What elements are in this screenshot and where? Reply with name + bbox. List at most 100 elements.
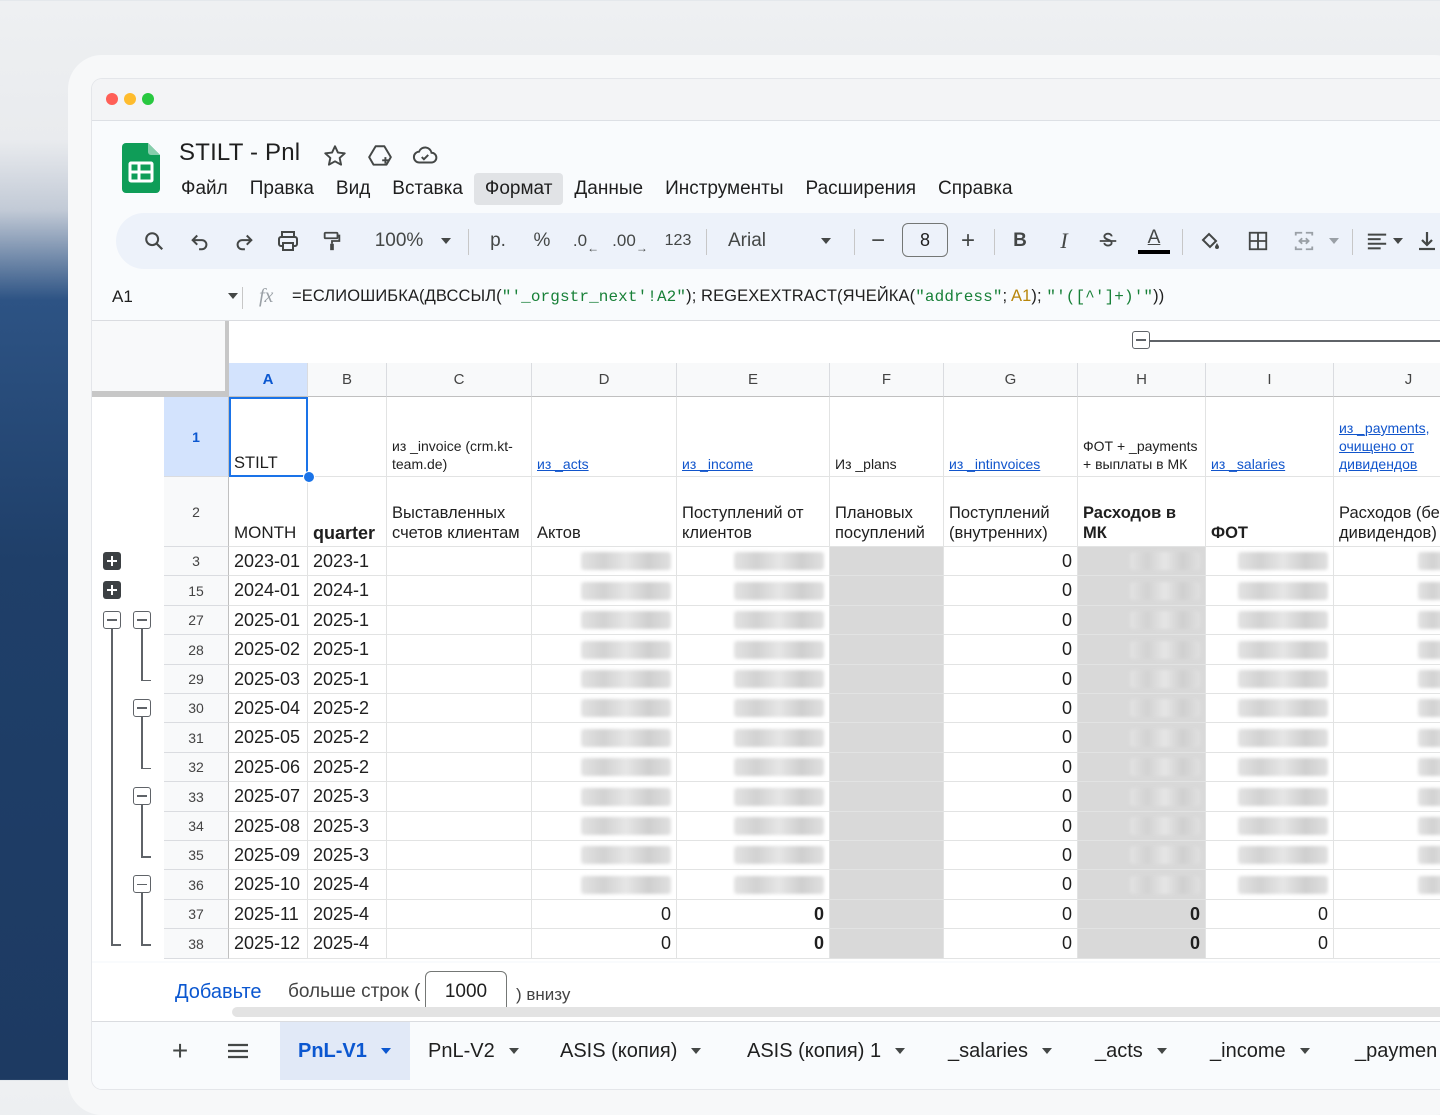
header-label[interactable]: из _acts bbox=[537, 455, 589, 473]
cell-b[interactable]: 2025-3 bbox=[308, 782, 387, 812]
column-header-j[interactable]: J bbox=[1334, 363, 1440, 397]
cell-j[interactable] bbox=[1334, 753, 1440, 782]
collapse-group-icon[interactable] bbox=[133, 875, 151, 894]
cell-e[interactable] bbox=[677, 635, 830, 665]
column-header-a[interactable]: A bbox=[229, 363, 308, 397]
font-size-decrease-button[interactable]: − bbox=[860, 213, 896, 269]
sheets-logo-icon[interactable] bbox=[122, 143, 160, 193]
cell-f[interactable] bbox=[830, 870, 944, 900]
header-cell-j1[interactable]: из _payments, очищено от дивидендов bbox=[1334, 397, 1440, 477]
cell-j[interactable] bbox=[1334, 782, 1440, 812]
cell-e[interactable] bbox=[677, 753, 830, 782]
cell-a[interactable]: 2025-05 bbox=[229, 723, 308, 753]
row-header[interactable]: 34 bbox=[164, 812, 229, 841]
undo-icon[interactable] bbox=[182, 213, 218, 269]
menu-format[interactable]: Формат bbox=[473, 173, 564, 205]
row-header[interactable]: 1 bbox=[164, 397, 229, 477]
chevron-down-icon[interactable] bbox=[1156, 1048, 1167, 1054]
column-header-f[interactable]: F bbox=[830, 363, 944, 397]
zoom-select[interactable]: 100% bbox=[364, 213, 434, 269]
cell-e[interactable] bbox=[677, 812, 830, 841]
cell-b[interactable]: 2025-2 bbox=[308, 723, 387, 753]
cell-f[interactable] bbox=[830, 900, 944, 929]
cell-f[interactable] bbox=[830, 606, 944, 635]
row-header[interactable]: 30 bbox=[164, 694, 229, 723]
cell-j[interactable] bbox=[1334, 723, 1440, 753]
cell-a[interactable]: 2025-01 bbox=[229, 606, 308, 635]
sheet-tab[interactable]: PnL-V2 bbox=[410, 1022, 537, 1080]
menu-help[interactable]: Справка bbox=[927, 173, 1024, 205]
cell-c[interactable] bbox=[387, 576, 532, 606]
cell-d[interactable]: 0 bbox=[532, 929, 677, 959]
chevron-down-icon[interactable] bbox=[1299, 1048, 1310, 1054]
cell-f[interactable] bbox=[830, 576, 944, 606]
star-icon[interactable] bbox=[322, 143, 348, 169]
number-format-button[interactable]: 123 bbox=[656, 213, 700, 269]
cell-c[interactable] bbox=[387, 929, 532, 959]
cell-g[interactable]: 0 bbox=[944, 606, 1078, 635]
horizontal-scrollbar[interactable] bbox=[232, 1007, 1440, 1017]
cell-j[interactable] bbox=[1334, 870, 1440, 900]
cell-j[interactable] bbox=[1334, 900, 1440, 929]
cell-e[interactable] bbox=[677, 841, 830, 870]
cell-e[interactable]: 0 bbox=[677, 900, 830, 929]
column-header-h[interactable]: H bbox=[1078, 363, 1206, 397]
fill-handle[interactable] bbox=[303, 471, 315, 483]
cell-h[interactable]: 0 bbox=[1078, 900, 1206, 929]
cell-f[interactable] bbox=[830, 723, 944, 753]
close-window-button[interactable] bbox=[106, 93, 118, 105]
cell-g[interactable]: 0 bbox=[944, 929, 1078, 959]
header-cell-a2[interactable]: MONTH bbox=[229, 477, 308, 547]
cell-g[interactable]: 0 bbox=[944, 694, 1078, 723]
strikethrough-icon[interactable] bbox=[1090, 213, 1126, 269]
font-size-increase-button[interactable]: + bbox=[950, 213, 986, 269]
print-icon[interactable] bbox=[270, 213, 306, 269]
row-header[interactable]: 37 bbox=[164, 900, 229, 929]
text-color-button[interactable]: A bbox=[1134, 213, 1174, 269]
italic-button[interactable]: I bbox=[1046, 213, 1082, 269]
cell-f[interactable] bbox=[830, 547, 944, 576]
cell-g[interactable]: 0 bbox=[944, 870, 1078, 900]
header-cell-e1[interactable]: из _income bbox=[677, 397, 830, 477]
cell-j[interactable] bbox=[1334, 576, 1440, 606]
chevron-down-icon[interactable] bbox=[380, 1048, 391, 1054]
collapse-group-icon[interactable] bbox=[133, 699, 151, 717]
column-header-e[interactable]: E bbox=[677, 363, 830, 397]
cell-b[interactable]: 2023-1 bbox=[308, 547, 387, 576]
header-cell-h2[interactable]: Расходов в МК bbox=[1078, 477, 1206, 547]
cell-h[interactable] bbox=[1078, 606, 1206, 635]
cell-d[interactable] bbox=[532, 547, 677, 576]
expand-group-icon[interactable] bbox=[103, 581, 121, 600]
cell-b[interactable]: 2025-4 bbox=[308, 870, 387, 900]
column-header-g[interactable]: G bbox=[944, 363, 1078, 397]
cell-b[interactable]: 2025-1 bbox=[308, 635, 387, 665]
maximize-window-button[interactable] bbox=[142, 93, 154, 105]
cell-d[interactable]: 0 bbox=[532, 900, 677, 929]
menu-insert[interactable]: Вставка bbox=[381, 173, 474, 205]
header-cell-d2[interactable]: Актов bbox=[532, 477, 677, 547]
borders-icon[interactable] bbox=[1238, 213, 1278, 269]
cell-c[interactable] bbox=[387, 900, 532, 929]
cell-d[interactable] bbox=[532, 694, 677, 723]
cell-e[interactable] bbox=[677, 782, 830, 812]
cell-g[interactable]: 0 bbox=[944, 723, 1078, 753]
menu-view[interactable]: Вид bbox=[325, 173, 381, 205]
cell-c[interactable] bbox=[387, 841, 532, 870]
cell-j[interactable] bbox=[1334, 547, 1440, 576]
cell-j[interactable] bbox=[1334, 841, 1440, 870]
cell-d[interactable] bbox=[532, 870, 677, 900]
cell-a[interactable]: 2025-04 bbox=[229, 694, 308, 723]
cell-j[interactable] bbox=[1334, 929, 1440, 959]
header-cell-c2[interactable]: Выставленных счетов клиентам bbox=[387, 477, 532, 547]
cell-a[interactable]: 2025-09 bbox=[229, 841, 308, 870]
header-cell-d1[interactable]: из _acts bbox=[532, 397, 677, 477]
cell-h[interactable] bbox=[1078, 576, 1206, 606]
header-cell-j2[interactable]: Расходов (бе дивидендов) bbox=[1334, 477, 1440, 547]
cell-i[interactable] bbox=[1206, 665, 1334, 694]
cell-a[interactable]: 2023-01 bbox=[229, 547, 308, 576]
cell-e[interactable] bbox=[677, 547, 830, 576]
cell-c[interactable] bbox=[387, 753, 532, 782]
column-header-d[interactable]: D bbox=[532, 363, 677, 397]
cell-f[interactable] bbox=[830, 753, 944, 782]
cell-b[interactable]: 2025-3 bbox=[308, 812, 387, 841]
